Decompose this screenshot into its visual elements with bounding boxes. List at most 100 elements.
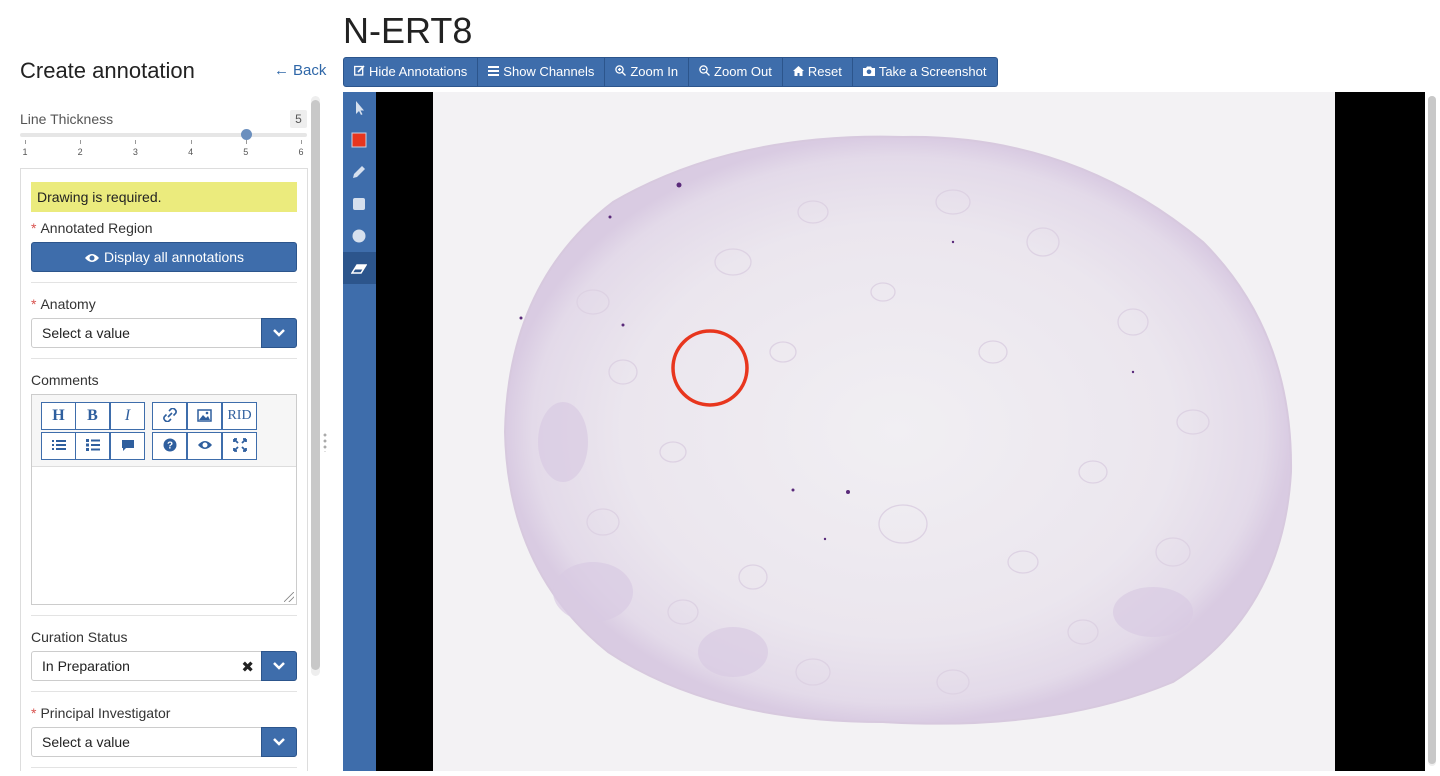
- annotated-region-label: * Annotated Region: [31, 220, 153, 236]
- required-notice: Drawing is required.: [31, 182, 297, 212]
- curation-status-label: Curation Status: [31, 629, 128, 645]
- rectangle-icon: [353, 198, 365, 210]
- drawing-tools: [343, 92, 376, 771]
- show-channels-button[interactable]: Show Channels: [478, 57, 606, 87]
- select-tool[interactable]: [343, 92, 376, 124]
- panel-title: Create annotation: [20, 58, 195, 83]
- circle-tool[interactable]: [343, 220, 376, 252]
- question-icon: ?: [163, 438, 176, 452]
- heading-button[interactable]: H: [41, 402, 76, 430]
- slider-tick-label: 3: [132, 147, 138, 157]
- clear-icon[interactable]: ✖: [241, 658, 254, 676]
- slider-tick-label: 6: [298, 147, 304, 157]
- chevron-down-icon[interactable]: [261, 318, 297, 348]
- camera-icon: [862, 58, 875, 86]
- comment-button[interactable]: [110, 432, 145, 460]
- principal-investigator-label: * Principal Investigator: [31, 705, 171, 721]
- edit-icon: [354, 58, 365, 86]
- bold-button[interactable]: B: [75, 402, 110, 430]
- zoom-in-icon: [615, 58, 627, 86]
- panel-scrollbar[interactable]: [311, 96, 320, 676]
- comments-label: Comments: [31, 372, 99, 388]
- zoom-out-icon: [699, 58, 711, 86]
- divider: [31, 691, 297, 692]
- slider-handle[interactable]: [240, 129, 252, 140]
- arrow-left-icon: ←: [274, 62, 289, 79]
- zoom-in-button[interactable]: Zoom In: [605, 57, 690, 87]
- slider-tick-label: 4: [188, 147, 194, 157]
- display-all-annotations-button[interactable]: Display all annotations: [31, 242, 297, 272]
- eye-icon: [84, 245, 100, 273]
- link-button[interactable]: [152, 402, 187, 430]
- image-icon: [197, 409, 212, 422]
- help-button[interactable]: ?: [152, 432, 187, 460]
- pencil-tool[interactable]: [343, 156, 376, 188]
- svg-text:?: ?: [166, 441, 172, 452]
- divider: [31, 282, 297, 283]
- anatomy-label: * Anatomy: [31, 296, 96, 312]
- color-tool[interactable]: [343, 124, 376, 156]
- comments-editor[interactable]: H B I RID ?: [31, 394, 297, 605]
- rectangle-tool[interactable]: [343, 188, 376, 220]
- pencil-icon: [353, 166, 365, 178]
- preview-button[interactable]: [187, 432, 222, 460]
- slider-tick-label: 2: [77, 147, 83, 157]
- divider: [31, 767, 297, 768]
- image-button[interactable]: [187, 402, 222, 430]
- divider: [31, 358, 297, 359]
- slider-tick-label: 1: [22, 147, 28, 157]
- slider-tick-label: 5: [243, 147, 249, 157]
- display-all-label: Display all annotations: [103, 249, 245, 265]
- italic-button[interactable]: I: [110, 402, 145, 430]
- image-viewer[interactable]: [376, 92, 1425, 771]
- viewer-scrollbar[interactable]: [1428, 96, 1436, 766]
- link-icon: [162, 407, 177, 423]
- principal-investigator-select[interactable]: Select a value: [31, 727, 297, 757]
- line-thickness-label: Line Thickness: [20, 111, 114, 127]
- home-icon: [792, 58, 804, 86]
- slider-tick: [245, 140, 247, 144]
- back-label: Back: [293, 62, 327, 79]
- eraser-tool[interactable]: [343, 252, 376, 284]
- reset-button[interactable]: Reset: [782, 57, 853, 87]
- slider-tick: [80, 140, 82, 144]
- viewer-toolbar: Hide Annotations Show Channels Zoom In Z…: [343, 57, 998, 87]
- ordered-list-button[interactable]: [41, 432, 76, 460]
- rid-button[interactable]: RID: [222, 402, 257, 430]
- circle-icon: [352, 229, 366, 243]
- take-screenshot-button[interactable]: Take a Screenshot: [852, 57, 998, 87]
- chevron-down-icon[interactable]: [261, 651, 297, 681]
- editor-toolbar: H B I RID ?: [32, 395, 296, 467]
- editor-resize-handle[interactable]: [284, 592, 294, 602]
- annotation-panel: Create annotation ← Back Line Thickness 5…: [0, 0, 330, 771]
- list-ul-icon: [51, 440, 66, 450]
- tissue-image[interactable]: [433, 92, 1335, 771]
- eye-icon: [197, 441, 212, 449]
- list-icon: [488, 58, 500, 86]
- line-thickness-value: 5: [290, 110, 307, 128]
- zoom-out-button[interactable]: Zoom Out: [689, 57, 783, 87]
- curation-status-select[interactable]: In Preparation ✖: [31, 651, 297, 681]
- divider: [31, 615, 297, 616]
- curation-status-value: In Preparation: [42, 658, 130, 674]
- comment-icon: [121, 440, 134, 451]
- resize-handle[interactable]: [323, 432, 327, 452]
- tissue-section: [503, 135, 1293, 725]
- fullscreen-button[interactable]: [222, 432, 257, 460]
- viewer-scroll-thumb[interactable]: [1428, 96, 1436, 764]
- anatomy-select[interactable]: Select a value: [31, 318, 297, 348]
- line-thickness-slider[interactable]: [20, 133, 307, 137]
- back-link[interactable]: ← Back: [274, 62, 326, 79]
- bullet-list-button[interactable]: [75, 432, 110, 460]
- cursor-icon: [356, 101, 364, 115]
- color-swatch-icon: [351, 132, 367, 148]
- fullscreen-icon: [232, 438, 247, 452]
- chevron-down-icon[interactable]: [261, 727, 297, 757]
- pi-value: Select a value: [42, 734, 130, 750]
- eraser-icon: [351, 264, 367, 274]
- slider-tick: [135, 140, 137, 144]
- panel-scroll-thumb[interactable]: [311, 100, 320, 670]
- page-title: N-ERT8: [343, 10, 473, 51]
- slider-tick: [301, 140, 302, 144]
- hide-annotations-button[interactable]: Hide Annotations: [343, 57, 479, 87]
